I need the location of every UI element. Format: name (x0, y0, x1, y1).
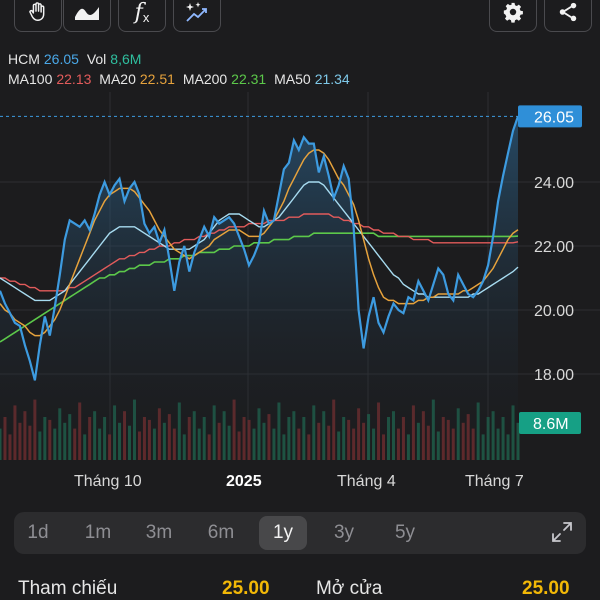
y-tick-label: 20.00 (534, 303, 574, 320)
share-icon[interactable] (544, 0, 592, 32)
y-axis: 26.05 24.00 22.00 20.00 18.00 8.6M (518, 105, 582, 434)
x-tick-label: Tháng 4 (337, 473, 396, 490)
range-1m[interactable]: 1m (74, 516, 122, 550)
ma100-value: 22.13 (56, 71, 92, 87)
range-1y[interactable]: 1y (259, 516, 307, 550)
range-3m[interactable]: 3m (135, 516, 183, 550)
range-selector: 1d 1m 3m 6m 1y 3y 5y (14, 512, 586, 554)
gear-icon[interactable] (489, 0, 537, 32)
y-tick-label: 24.00 (534, 175, 574, 192)
ma50-label: MA50 (274, 71, 311, 87)
ma200-value: 22.31 (231, 71, 267, 87)
x-tick-label: Tháng 10 (74, 473, 142, 490)
price-value: 26.05 (43, 51, 79, 67)
chart-toolbar: fx (0, 0, 600, 36)
price-area (0, 116, 518, 461)
price-legend: HCM 26.05 Vol 8,6M (8, 51, 145, 67)
ma20-value: 22.51 (139, 71, 175, 87)
hand-icon[interactable] (14, 0, 62, 32)
range-6m[interactable]: 6m (197, 516, 245, 550)
y-tick-label: 26.05 (534, 109, 574, 126)
ma-legend: MA100 22.13 MA20 22.51 MA200 22.31 MA50 21.3… (8, 71, 354, 87)
y-tick-label: 18.00 (534, 367, 574, 384)
function-icon[interactable]: fx (118, 0, 166, 32)
open-price-label: Mở cửa (316, 578, 383, 599)
volume-value: 8,6M (110, 51, 142, 67)
volume-label: Vol (86, 51, 107, 67)
x-tick-label: Tháng 7 (465, 473, 524, 490)
ma100-label: MA100 (8, 71, 53, 87)
symbol-label: HCM (8, 51, 40, 67)
ma20-label: MA20 (99, 71, 136, 87)
sparkle-chart-icon[interactable] (173, 0, 221, 32)
open-price-value: 25.00 (522, 578, 570, 599)
price-chart[interactable]: 26.05 24.00 22.00 20.00 18.00 8.6M Tháng 10 20… (0, 92, 600, 502)
ma200-label: MA200 (182, 71, 228, 87)
x-axis: Tháng 10 2025 Tháng 4 Tháng 7 (74, 473, 524, 490)
ma50-value: 21.34 (314, 71, 350, 87)
range-3y[interactable]: 3y (320, 516, 368, 550)
expand-icon[interactable] (550, 520, 574, 544)
range-5y[interactable]: 5y (381, 516, 429, 550)
y-tick-label: 22.00 (534, 239, 574, 256)
range-1d[interactable]: 1d (14, 516, 62, 550)
x-tick-label: 2025 (226, 473, 262, 490)
reference-price-label: Tham chiếu (18, 578, 118, 599)
reference-price-value: 25.00 (222, 578, 270, 599)
area-chart-icon[interactable] (63, 0, 111, 32)
volume-badge-label: 8.6M (533, 416, 569, 433)
